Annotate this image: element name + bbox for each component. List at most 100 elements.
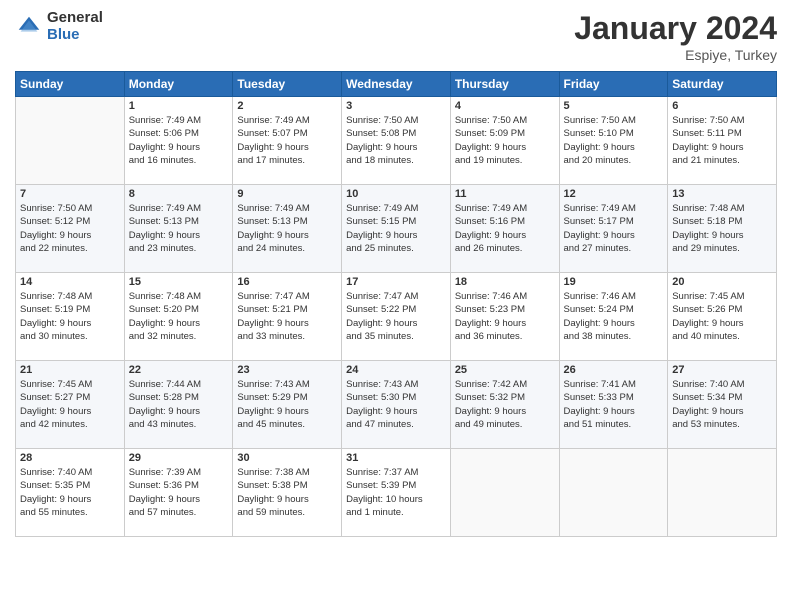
cell-info-line: Sunset: 5:36 PM xyxy=(129,479,229,492)
calendar-cell: 14Sunrise: 7:48 AMSunset: 5:19 PMDayligh… xyxy=(16,273,125,361)
cell-info-line: and 26 minutes. xyxy=(455,242,555,255)
cell-info-line: Daylight: 9 hours xyxy=(672,141,772,154)
cell-info-line: Sunrise: 7:49 AM xyxy=(346,202,446,215)
calendar-cell: 31Sunrise: 7:37 AMSunset: 5:39 PMDayligh… xyxy=(342,449,451,537)
cell-info-line: Daylight: 9 hours xyxy=(564,229,664,242)
cell-info-line: Daylight: 9 hours xyxy=(129,317,229,330)
calendar-cell: 25Sunrise: 7:42 AMSunset: 5:32 PMDayligh… xyxy=(450,361,559,449)
weekday-header-row: SundayMondayTuesdayWednesdayThursdayFrid… xyxy=(16,72,777,97)
cell-info-line: Daylight: 9 hours xyxy=(455,229,555,242)
cell-info-line: Sunset: 5:39 PM xyxy=(346,479,446,492)
cell-info-line: and 36 minutes. xyxy=(455,330,555,343)
cell-info-line: Daylight: 9 hours xyxy=(129,229,229,242)
cell-info-line: and 43 minutes. xyxy=(129,418,229,431)
cell-info-line: Sunset: 5:26 PM xyxy=(672,303,772,316)
cell-info-line: Daylight: 9 hours xyxy=(455,141,555,154)
cell-info-line: Daylight: 9 hours xyxy=(237,405,337,418)
cell-info-line: Sunrise: 7:47 AM xyxy=(346,290,446,303)
week-row-1: 7Sunrise: 7:50 AMSunset: 5:12 PMDaylight… xyxy=(16,185,777,273)
day-number: 31 xyxy=(346,452,446,464)
calendar-cell: 17Sunrise: 7:47 AMSunset: 5:22 PMDayligh… xyxy=(342,273,451,361)
day-number: 27 xyxy=(672,364,772,376)
day-number: 13 xyxy=(672,188,772,200)
logo-general-text: General xyxy=(47,10,103,27)
week-row-2: 14Sunrise: 7:48 AMSunset: 5:19 PMDayligh… xyxy=(16,273,777,361)
cell-info-line: and 24 minutes. xyxy=(237,242,337,255)
cell-info-line: and 57 minutes. xyxy=(129,506,229,519)
calendar-cell: 20Sunrise: 7:45 AMSunset: 5:26 PMDayligh… xyxy=(668,273,777,361)
location: Espiye, Turkey xyxy=(574,47,777,63)
cell-info-line: Sunset: 5:06 PM xyxy=(129,127,229,140)
cell-info-line: and 30 minutes. xyxy=(20,330,120,343)
calendar-cell xyxy=(668,449,777,537)
weekday-header-sunday: Sunday xyxy=(16,72,125,97)
cell-info-line: Daylight: 9 hours xyxy=(455,317,555,330)
calendar-cell xyxy=(450,449,559,537)
cell-info-line: and 38 minutes. xyxy=(564,330,664,343)
cell-info-line: Sunrise: 7:46 AM xyxy=(564,290,664,303)
cell-info-line: and 25 minutes. xyxy=(346,242,446,255)
day-number: 2 xyxy=(237,100,337,112)
cell-info-line: Sunset: 5:08 PM xyxy=(346,127,446,140)
day-number: 5 xyxy=(564,100,664,112)
calendar-cell: 28Sunrise: 7:40 AMSunset: 5:35 PMDayligh… xyxy=(16,449,125,537)
cell-info-line: Sunset: 5:22 PM xyxy=(346,303,446,316)
day-number: 16 xyxy=(237,276,337,288)
cell-info-line: Sunrise: 7:49 AM xyxy=(237,114,337,127)
cell-info-line: Daylight: 9 hours xyxy=(237,141,337,154)
cell-info-line: Daylight: 9 hours xyxy=(672,229,772,242)
cell-info-line: Daylight: 9 hours xyxy=(564,405,664,418)
day-number: 12 xyxy=(564,188,664,200)
day-number: 25 xyxy=(455,364,555,376)
cell-info-line: Sunset: 5:07 PM xyxy=(237,127,337,140)
cell-info-line: Sunrise: 7:45 AM xyxy=(20,378,120,391)
cell-info-line: Sunset: 5:10 PM xyxy=(564,127,664,140)
calendar-cell: 26Sunrise: 7:41 AMSunset: 5:33 PMDayligh… xyxy=(559,361,668,449)
cell-info-line: and 32 minutes. xyxy=(129,330,229,343)
cell-info-line: Sunrise: 7:46 AM xyxy=(455,290,555,303)
cell-info-line: Daylight: 9 hours xyxy=(129,405,229,418)
day-number: 1 xyxy=(129,100,229,112)
cell-info-line: Daylight: 9 hours xyxy=(346,141,446,154)
cell-info-line: and 45 minutes. xyxy=(237,418,337,431)
cell-info-line: Sunrise: 7:49 AM xyxy=(129,114,229,127)
cell-info-line: Sunset: 5:24 PM xyxy=(564,303,664,316)
day-number: 24 xyxy=(346,364,446,376)
cell-info-line: and 42 minutes. xyxy=(20,418,120,431)
cell-info-line: and 55 minutes. xyxy=(20,506,120,519)
cell-info-line: Sunset: 5:27 PM xyxy=(20,391,120,404)
calendar-cell: 30Sunrise: 7:38 AMSunset: 5:38 PMDayligh… xyxy=(233,449,342,537)
calendar-cell xyxy=(16,97,125,185)
cell-info-line: and 22 minutes. xyxy=(20,242,120,255)
cell-info-line: Sunset: 5:16 PM xyxy=(455,215,555,228)
cell-info-line: Daylight: 9 hours xyxy=(237,229,337,242)
cell-info-line: Sunrise: 7:38 AM xyxy=(237,466,337,479)
cell-info-line: and 35 minutes. xyxy=(346,330,446,343)
page-header: General Blue January 2024 Espiye, Turkey xyxy=(15,10,777,63)
day-number: 19 xyxy=(564,276,664,288)
cell-info-line: Sunset: 5:29 PM xyxy=(237,391,337,404)
cell-info-line: and 51 minutes. xyxy=(564,418,664,431)
day-number: 4 xyxy=(455,100,555,112)
calendar-cell: 19Sunrise: 7:46 AMSunset: 5:24 PMDayligh… xyxy=(559,273,668,361)
cell-info-line: Daylight: 9 hours xyxy=(672,405,772,418)
day-number: 11 xyxy=(455,188,555,200)
cell-info-line: and 1 minute. xyxy=(346,506,446,519)
cell-info-line: Sunrise: 7:47 AM xyxy=(237,290,337,303)
day-number: 29 xyxy=(129,452,229,464)
week-row-0: 1Sunrise: 7:49 AMSunset: 5:06 PMDaylight… xyxy=(16,97,777,185)
cell-info-line: Sunrise: 7:39 AM xyxy=(129,466,229,479)
cell-info-line: Sunset: 5:13 PM xyxy=(237,215,337,228)
cell-info-line: Daylight: 9 hours xyxy=(346,317,446,330)
cell-info-line: and 40 minutes. xyxy=(672,330,772,343)
cell-info-line: Daylight: 9 hours xyxy=(672,317,772,330)
cell-info-line: and 18 minutes. xyxy=(346,154,446,167)
calendar-cell: 9Sunrise: 7:49 AMSunset: 5:13 PMDaylight… xyxy=(233,185,342,273)
cell-info-line: and 33 minutes. xyxy=(237,330,337,343)
cell-info-line: Sunset: 5:30 PM xyxy=(346,391,446,404)
day-number: 21 xyxy=(20,364,120,376)
cell-info-line: Sunset: 5:32 PM xyxy=(455,391,555,404)
cell-info-line: Daylight: 9 hours xyxy=(346,229,446,242)
cell-info-line: Sunrise: 7:50 AM xyxy=(346,114,446,127)
day-number: 9 xyxy=(237,188,337,200)
